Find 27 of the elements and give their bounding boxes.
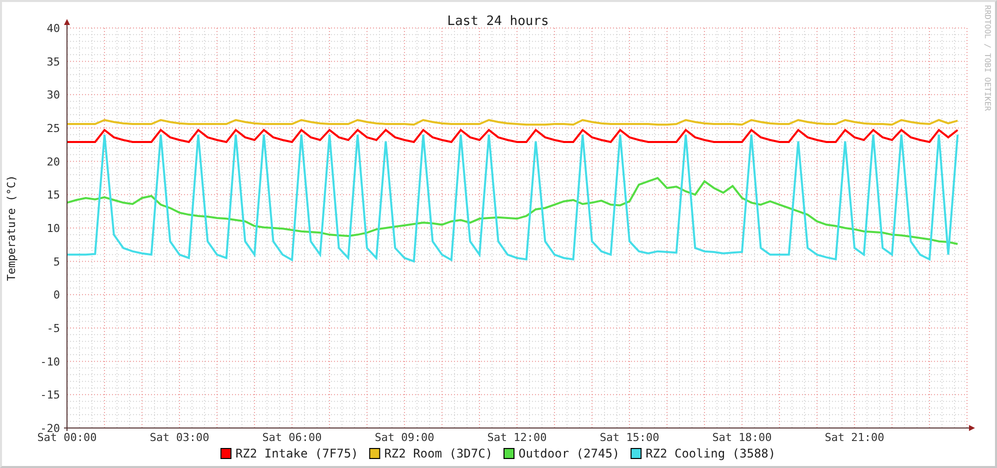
tick-label: Sat 12:00 <box>487 431 547 444</box>
signature-text: RRDTOOL / TOBI OETIKER <box>983 5 992 111</box>
tick-label: -10 <box>40 355 60 368</box>
tick-label: Sat 21:00 <box>824 431 884 444</box>
axis-title: Temperature (°C) <box>5 175 18 281</box>
tick-label: 10 <box>46 222 60 235</box>
legend-label: RZ2 Room (3D7C) <box>384 446 493 460</box>
legend-label: RZ2 Intake (7F75) <box>235 446 358 460</box>
tick-label: Sat 18:00 <box>712 431 772 444</box>
tick-label: 40 <box>46 22 60 35</box>
tick-label: 5 <box>53 255 60 268</box>
tick-label: 25 <box>46 122 60 135</box>
legend-label: Outdoor (2745) <box>518 446 620 460</box>
tick-label: Sat 06:00 <box>262 431 322 444</box>
legend-label: RZ2 Cooling (3588) <box>646 446 776 460</box>
tick-label: Sat 00:00 <box>37 431 97 444</box>
tick-label: Sat 09:00 <box>374 431 434 444</box>
tick-label: -15 <box>40 388 60 402</box>
chart-title: Last 24 hours <box>447 14 549 29</box>
tick-label: 30 <box>46 88 60 102</box>
tick-label: 35 <box>46 55 60 68</box>
tick-label: 20 <box>46 155 60 168</box>
tick-label: Sat 15:00 <box>600 431 660 444</box>
tick-label: Sat 03:00 <box>150 431 210 444</box>
tick-label: -5 <box>46 322 60 335</box>
tick-label: 15 <box>46 188 60 202</box>
tick-label: 0 <box>53 288 60 302</box>
